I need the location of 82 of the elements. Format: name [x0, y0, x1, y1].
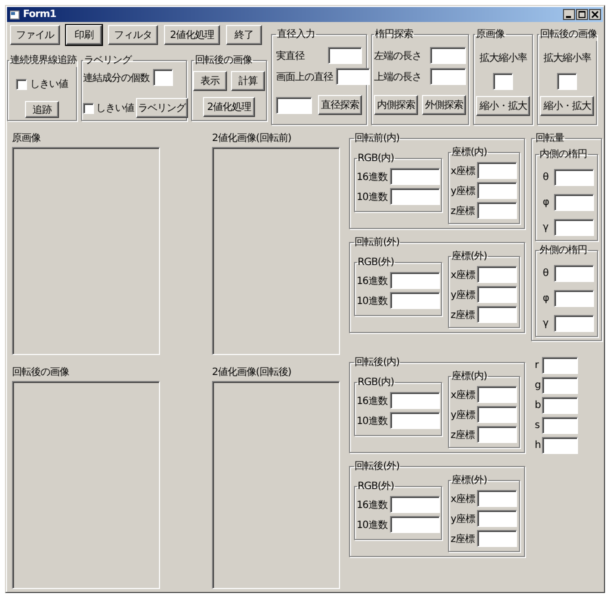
field-label: g — [534, 380, 541, 391]
field-label: y座標 — [450, 288, 475, 302]
group-title: RGB(外) — [356, 480, 395, 493]
field-label: 16進数 — [356, 498, 388, 512]
group-title: 座標(内) — [450, 146, 488, 159]
action-button[interactable]: 表示 — [193, 71, 227, 91]
field-label: 10進数 — [356, 414, 388, 428]
field-label: 連結成分の個数 — [83, 72, 150, 84]
field-label: y座標 — [450, 512, 475, 526]
field-label: 実直径 — [276, 50, 304, 62]
field-label: h — [534, 440, 541, 451]
field-label: x座標 — [450, 268, 475, 282]
field-label: y座標 — [450, 408, 475, 422]
group-title: 座標(内) — [450, 370, 488, 383]
field-label: γ — [542, 222, 548, 233]
menu-button[interactable]: フィルタ — [108, 25, 158, 45]
field-label: θ — [542, 172, 548, 183]
group-title: RGB(外) — [356, 256, 395, 269]
field-label: z座標 — [450, 532, 474, 546]
field-label: 左端の長さ — [374, 50, 422, 62]
field-label: 拡大縮小率 — [479, 52, 527, 65]
field-label: γ — [542, 318, 548, 329]
field-label: z座標 — [450, 428, 474, 442]
field-label: b — [534, 400, 541, 411]
group-title: 回転前(外) — [354, 236, 400, 249]
checkbox-label: しきい値 — [96, 102, 134, 115]
field-label: 拡大縮小率 — [543, 52, 591, 65]
field-label: r — [534, 360, 540, 371]
binarize-button[interactable]: 2値化処理 — [203, 97, 255, 117]
group-title: 外側の楕円 — [538, 244, 588, 257]
field-label: 画面上の直径 — [276, 70, 333, 84]
field-label: s — [534, 420, 540, 431]
group-title: 直径入力 — [276, 28, 316, 41]
menu-button[interactable]: 終了 — [226, 25, 262, 45]
field-label: z座標 — [450, 308, 474, 322]
group-title: 回転量 — [534, 132, 566, 145]
search-button[interactable]: 内側探索 — [374, 95, 418, 115]
trace-button[interactable]: 追跡 — [25, 101, 59, 118]
group-title: 原画像 — [475, 28, 506, 41]
checkbox-label: しきい値 — [30, 78, 68, 91]
field-label: y座標 — [450, 184, 475, 198]
group-title: 内側の楕円 — [538, 148, 588, 161]
field-label: 16進数 — [356, 274, 388, 288]
group-title: ラベリング — [83, 54, 132, 67]
field-label: x座標 — [450, 388, 475, 402]
menu-button[interactable]: ファイル — [10, 25, 60, 45]
field-label: θ — [542, 268, 548, 279]
menu-button[interactable]: 印刷 — [66, 25, 102, 45]
field-label: φ — [542, 293, 549, 304]
search-button[interactable]: 外側探索 — [422, 95, 466, 115]
panel-label: 原画像 — [12, 132, 42, 143]
field-label: 上端の長さ — [374, 70, 422, 84]
field-label: x座標 — [450, 164, 475, 178]
group-title: 回転前(内) — [354, 132, 400, 145]
diameter-search-button[interactable]: 直径探索 — [318, 95, 362, 115]
scale-button[interactable]: 縮小・拡大 — [540, 96, 594, 116]
action-button[interactable]: 計算 — [231, 71, 265, 91]
group-title: 回転後(外) — [354, 460, 400, 473]
window-title: Form1 — [23, 9, 56, 20]
field-label: 16進数 — [356, 170, 388, 184]
group-title: 座標(外) — [450, 250, 488, 263]
field-label: 10進数 — [356, 294, 388, 308]
labeling-button[interactable]: ラベリング — [136, 98, 188, 118]
panel-label: 回転後の画像 — [12, 366, 70, 377]
field-label: x座標 — [450, 492, 475, 506]
field-label: 16進数 — [356, 394, 388, 408]
field-label: 10進数 — [356, 518, 388, 532]
panel-label: 2値化画像(回転後) — [212, 366, 292, 377]
group-title: 回転後(内) — [354, 356, 400, 369]
group-title: 回転後の画像 — [539, 28, 598, 41]
field-label: 10進数 — [356, 190, 388, 204]
group-title: 座標(外) — [450, 474, 488, 487]
menu-button[interactable]: 2値化処理 — [164, 25, 220, 45]
group-title: RGB(内) — [356, 376, 395, 389]
scale-button[interactable]: 縮小・拡大 — [476, 96, 530, 116]
field-label: z座標 — [450, 204, 474, 218]
group-title: 楕円探索 — [374, 28, 414, 41]
group-title: 回転後の画像 — [194, 54, 253, 67]
group-title: 連続境界線追跡 — [9, 54, 78, 67]
group-title: RGB(内) — [356, 152, 395, 165]
field-label: φ — [542, 197, 549, 208]
panel-label: 2値化画像(回転前) — [212, 132, 292, 143]
